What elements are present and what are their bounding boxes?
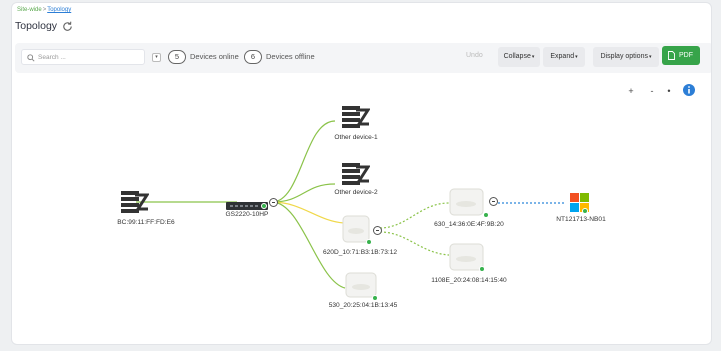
firewall-icon <box>121 191 150 213</box>
link-sw-ap200 <box>271 201 345 224</box>
undo-button[interactable]: Undo <box>466 52 483 59</box>
online-status-dot <box>479 266 485 272</box>
document-icon <box>668 51 675 60</box>
online-count-badge: 5 <box>168 50 186 64</box>
offline-count-badge: 6 <box>244 50 262 64</box>
expand-node-button[interactable] <box>373 226 382 235</box>
breadcrumb-parent[interactable]: Site-wide <box>17 7 42 13</box>
expand-node-button[interactable] <box>269 198 278 207</box>
online-label: Devices online <box>190 52 239 61</box>
online-status-dot <box>483 212 489 218</box>
caret-down-icon: ▾ <box>575 54 578 60</box>
search-icon <box>27 54 35 62</box>
online-status-dot <box>372 295 378 301</box>
link-sw-other1 <box>271 120 336 203</box>
node-label-ap-620d: 620D_10:71:B3:1B:73:12 <box>322 249 398 256</box>
node-label-other-device-2: Other device-2 <box>334 189 378 196</box>
node-label-switch: GS2220-10HP <box>225 211 269 218</box>
page-title: Topology <box>15 20 58 32</box>
expand-button[interactable]: Expand▾ <box>543 47 585 67</box>
collapse-label: Collapse <box>503 53 531 60</box>
node-other-device-2[interactable] <box>342 162 371 186</box>
display-options-label: Display options <box>600 53 648 60</box>
node-label-ap-630: 630_14:36:0E:4F:9B:20 <box>434 221 504 228</box>
node-label-bc: BC:99:11:FF:FD:E6 <box>117 219 175 226</box>
node-label-windows-client: NT121713-NB01 <box>556 216 606 223</box>
filter-dropdown-button[interactable]: ▾ <box>152 53 161 62</box>
caret-down-icon: ▾ <box>648 54 652 60</box>
link-sw-ap530 <box>271 201 346 289</box>
caret-down-icon: ▾ <box>531 54 535 60</box>
collapse-button[interactable]: Collapse▾ <box>498 47 540 67</box>
firewall-icon <box>342 163 371 185</box>
online-status-dot <box>261 203 267 209</box>
zoom-in-button[interactable]: + <box>625 84 637 98</box>
refresh-icon[interactable] <box>61 20 74 33</box>
topology-page: Site-wide>Topology Topology ▾ 5 Devices … <box>11 2 712 345</box>
link-sw-other2 <box>271 183 336 203</box>
zoom-out-button[interactable]: - <box>646 84 658 98</box>
node-bc[interactable] <box>121 191 150 213</box>
firewall-icon <box>342 106 371 128</box>
display-options-button[interactable]: Display options▾ <box>593 47 659 67</box>
online-status-dot <box>582 208 588 214</box>
zoom-reset-button[interactable]: • <box>663 84 675 98</box>
breadcrumb: Site-wide>Topology <box>17 7 71 13</box>
node-other-device-1[interactable] <box>342 105 371 129</box>
info-icon[interactable] <box>682 83 696 97</box>
pdf-export-button[interactable]: PDF <box>662 46 700 65</box>
search-input[interactable] <box>38 51 138 63</box>
breadcrumb-separator: > <box>42 7 47 13</box>
pdf-label: PDF <box>679 52 693 59</box>
search-field[interactable] <box>21 49 145 65</box>
breadcrumb-current[interactable]: Topology <box>47 7 71 13</box>
online-status-dot <box>366 239 372 245</box>
node-label-ap-530: 530_20:25:04:1B:13:45 <box>328 302 398 309</box>
offline-label: Devices offline <box>266 52 315 61</box>
expand-node-button[interactable] <box>489 197 498 206</box>
node-label-other-device-1: Other device-1 <box>334 134 378 141</box>
toolbar: ▾ 5 Devices online 6 Devices offline Und… <box>15 43 711 73</box>
expand-label: Expand <box>550 53 575 60</box>
node-label-ap-1108e: 1108E_20:24:08:14:15:40 <box>431 277 507 284</box>
